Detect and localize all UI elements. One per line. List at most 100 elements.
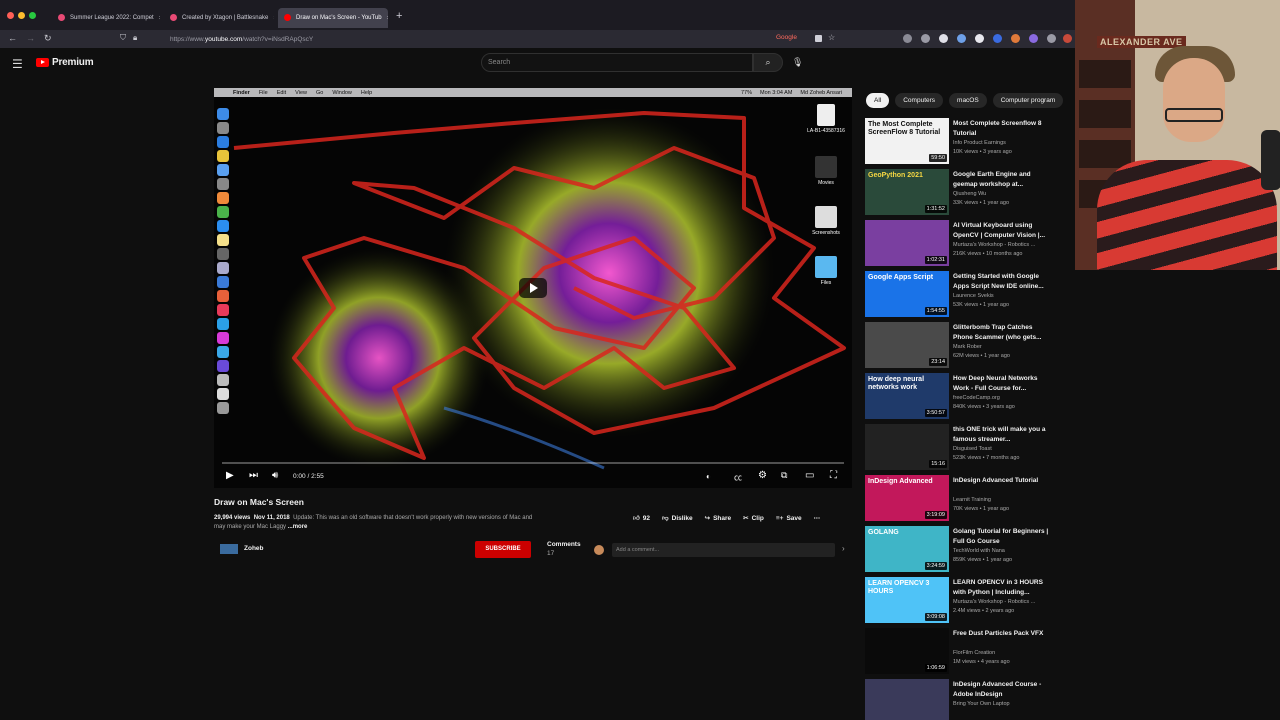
hamburger-menu-icon[interactable]: ☰	[12, 57, 23, 71]
tab-close-icon[interactable]: ×	[159, 15, 160, 22]
fullscreen-icon[interactable]: ⛶	[830, 470, 837, 481]
extension-icon[interactable]	[975, 34, 984, 43]
progress-bar[interactable]	[222, 462, 844, 464]
subscribe-button[interactable]: SUBSCRIBE	[475, 541, 531, 558]
video-thumbnail[interactable]: The Most Complete ScreenFlow 8 Tutorial 5…	[865, 118, 949, 164]
google-badge[interactable]: Google	[776, 34, 797, 41]
video-thumbnail[interactable]: 23:14	[865, 322, 949, 368]
reload-icon[interactable]: ↻	[44, 33, 52, 44]
search-button[interactable]: ⌕	[753, 53, 783, 72]
recommended-video[interactable]: GOLANG 3:24:59 Golang Tutorial for Beginne…	[865, 526, 1055, 574]
recommended-title[interactable]: Getting Started with Google Apps Script …	[953, 272, 1053, 292]
extension-icon[interactable]	[903, 34, 912, 43]
save-button[interactable]: ≡+ Save	[776, 515, 802, 522]
autoplay-toggle-icon[interactable]: ◐	[706, 472, 711, 481]
recommended-video[interactable]: 1:06:59 Free Dust Particles Pack VFX FlorF…	[865, 628, 1055, 676]
lock-icon[interactable]: 🔒︎	[133, 33, 137, 43]
chip-computers[interactable]: Computers	[895, 93, 944, 108]
back-arrow-icon[interactable]: ←	[8, 33, 17, 43]
search-input[interactable]: Search	[481, 53, 753, 72]
recommended-title[interactable]: Most Complete Screenflow 8 Tutorial	[953, 119, 1053, 139]
next-icon[interactable]: ⏭	[249, 470, 258, 481]
recommended-title[interactable]: AI Virtual Keyboard using OpenCV | Compu…	[953, 221, 1053, 241]
like-button[interactable]: 👍︎ 92	[633, 514, 650, 522]
more-link[interactable]: ...more	[288, 524, 308, 530]
browser-tab-active[interactable]: Draw on Mac's Screen - YouTub ×	[278, 8, 388, 28]
tab-close-icon[interactable]: ×	[387, 15, 388, 22]
recommended-video[interactable]: InDesign Advanced 3:19:09 InDesign Advance…	[865, 475, 1055, 523]
video-thumbnail[interactable]: 1:06:59	[865, 628, 949, 674]
recommended-video[interactable]: How deep neural networks work 3:50:57 How …	[865, 373, 1055, 421]
theater-mode-icon[interactable]: ▭	[805, 470, 814, 481]
recommended-video[interactable]: Google Apps Script 1:54:55 Getting Started…	[865, 271, 1055, 319]
recommended-title[interactable]: Glitterbomb Trap Catches Phone Scammer (…	[953, 323, 1053, 343]
bookmark-star-icon[interactable]: ☆	[828, 33, 835, 42]
window-zoom-button[interactable]	[29, 12, 36, 19]
center-play-button[interactable]	[519, 278, 547, 298]
channel-avatar[interactable]	[220, 544, 238, 554]
new-tab-button[interactable]: +	[396, 10, 402, 22]
chip-all[interactable]: All	[866, 93, 890, 108]
extension-icon[interactable]	[939, 34, 948, 43]
recommended-title[interactable]: Golang Tutorial for Beginners | Full Go …	[953, 527, 1053, 547]
extension-icon[interactable]	[1029, 34, 1038, 43]
grid-icon[interactable]	[815, 35, 822, 42]
recommended-title[interactable]: Google Earth Engine and geemap workshop …	[953, 170, 1053, 190]
video-thumbnail[interactable]: 1:02:31	[865, 220, 949, 266]
clip-button[interactable]: ✂ Clip	[743, 514, 764, 522]
extension-icon[interactable]	[1011, 34, 1020, 43]
share-button[interactable]: ↪ Share	[705, 514, 732, 522]
window-close-button[interactable]	[7, 12, 14, 19]
video-thumbnail[interactable]: LEARN OPENCV 3 HOURS 3:09:08	[865, 577, 949, 623]
youtube-logo[interactable]: Premium	[36, 57, 94, 68]
chevron-right-icon[interactable]: ›	[842, 544, 845, 553]
video-thumbnail[interactable]: InDesign Advanced 3:19:09	[865, 475, 949, 521]
recommended-video[interactable]: The Most Complete ScreenFlow 8 Tutorial 5…	[865, 118, 1055, 166]
chip-macos[interactable]: macOS	[949, 93, 987, 108]
comments-header[interactable]: Comments 17	[547, 541, 581, 557]
video-thumbnail[interactable]: 15:16	[865, 424, 949, 470]
video-description[interactable]: 29,994 views Nov 11, 2018 Update: This w…	[214, 514, 534, 532]
video-thumbnail[interactable]: Google Apps Script 1:54:55	[865, 271, 949, 317]
recommended-title[interactable]: InDesign Advanced Course - Adobe InDesig…	[953, 680, 1053, 700]
recommended-video[interactable]: 1:02:31 AI Virtual Keyboard using OpenCV …	[865, 220, 1055, 268]
video-thumbnail[interactable]	[865, 679, 949, 720]
dislike-button[interactable]: 👎︎ Dislike	[662, 514, 693, 522]
url-bar[interactable]: ⛉ 🔒︎ https://www.youtube.com/watch?v=iNs…	[115, 32, 845, 46]
extension-icon[interactable]	[921, 34, 930, 43]
recommended-video[interactable]: 15:16 this ONE trick will make you a famo…	[865, 424, 1055, 472]
volume-icon[interactable]: 🔊︎	[272, 470, 278, 481]
comment-input[interactable]: Add a comment...	[612, 543, 835, 557]
microphone-icon[interactable]: 🎙︎	[792, 57, 803, 68]
video-player[interactable]: Finder File Edit View Go Window Help 77%…	[214, 88, 852, 488]
recommended-title[interactable]: Free Dust Particles Pack VFX	[953, 629, 1053, 639]
more-actions-icon[interactable]: ⋯	[814, 514, 821, 522]
recommended-title[interactable]: LEARN OPENCV in 3 HOURS with Python | In…	[953, 578, 1053, 598]
chip-computer-program[interactable]: Computer program	[992, 93, 1064, 108]
recommended-video[interactable]: LEARN OPENCV 3 HOURS 3:09:08 LEARN OPENCV …	[865, 577, 1055, 625]
recommended-video[interactable]: GeoPython 2021 1:31:52 Google Earth Engine…	[865, 169, 1055, 217]
recommended-video[interactable]: 23:14 Glitterbomb Trap Catches Phone Scam…	[865, 322, 1055, 370]
channel-name[interactable]: Zoheb	[244, 545, 264, 552]
recommended-title[interactable]: this ONE trick will make you a famous st…	[953, 425, 1053, 445]
recommended-title[interactable]: How Deep Neural Networks Work - Full Cou…	[953, 374, 1053, 394]
shield-icon[interactable]: ⛉	[120, 33, 126, 43]
recommended-video[interactable]: InDesign Advanced Course - Adobe InDesig…	[865, 679, 1055, 720]
captions-icon[interactable]: ㏄	[734, 472, 742, 483]
forward-arrow-icon[interactable]: →	[26, 33, 35, 43]
tab-close-icon[interactable]: ×	[273, 15, 274, 22]
video-thumbnail[interactable]: GOLANG 3:24:59	[865, 526, 949, 572]
extension-icon[interactable]	[957, 34, 966, 43]
video-thumbnail[interactable]: How deep neural networks work 3:50:57	[865, 373, 949, 419]
video-thumbnail[interactable]: GeoPython 2021 1:31:52	[865, 169, 949, 215]
recommended-title[interactable]: InDesign Advanced Tutorial	[953, 476, 1053, 486]
extension-icon[interactable]	[993, 34, 1002, 43]
browser-tab[interactable]: Summer League 2022: Compet ×	[52, 8, 160, 28]
settings-gear-icon[interactable]: ⚙	[758, 470, 767, 481]
browser-tab[interactable]: Created by Xtagon | Battlesnake ×	[164, 8, 274, 28]
extension-icon[interactable]	[1047, 34, 1056, 43]
miniplayer-icon[interactable]: ⧉	[781, 470, 787, 481]
extension-icon[interactable]	[1063, 34, 1072, 43]
play-icon[interactable]: ▶	[226, 470, 234, 481]
window-minimize-button[interactable]	[18, 12, 25, 19]
